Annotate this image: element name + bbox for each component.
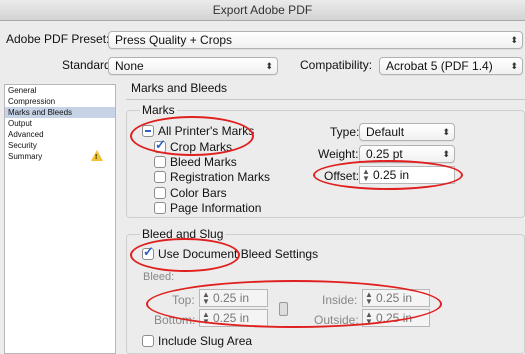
link-chain-icon[interactable] bbox=[279, 302, 288, 316]
checkmark-icon: ✓ bbox=[154, 137, 166, 153]
preset-label: Adobe PDF Preset: bbox=[6, 32, 110, 46]
all-printers-marks-checkbox[interactable]: All Printer's Marks bbox=[142, 124, 254, 138]
offset-label: Offset: bbox=[324, 169, 360, 183]
compatibility-label: Compatibility: bbox=[300, 58, 373, 72]
stepper-arrows-icon[interactable]: ▲ ▼ bbox=[202, 291, 210, 306]
checkbox-empty bbox=[154, 187, 166, 199]
compatibility-value: Acrobat 5 (PDF 1.4) bbox=[386, 59, 493, 73]
checkbox-empty bbox=[154, 171, 166, 183]
use-document-bleed-checkbox[interactable]: ✓ Use Document Bleed Settings bbox=[142, 244, 319, 261]
chevron-updown-icon: ⬍ bbox=[265, 61, 273, 71]
sidebar-item-compression[interactable]: Compression bbox=[5, 96, 115, 107]
color-bars-checkbox[interactable]: Color Bars bbox=[154, 186, 227, 200]
inside-stepper[interactable]: ▲ ▼ 0.25 in bbox=[362, 289, 430, 307]
window-title: Export Adobe PDF bbox=[0, 0, 525, 21]
top-value: 0.25 in bbox=[213, 291, 250, 305]
offset-value: 0.25 in bbox=[373, 168, 410, 182]
bleed-marks-label: Bleed Marks bbox=[170, 155, 237, 169]
chevron-updown-icon: ⬍ bbox=[442, 149, 450, 159]
stepper-arrows-icon[interactable]: ▲ ▼ bbox=[202, 311, 210, 326]
all-printers-marks-label: All Printer's Marks bbox=[158, 124, 255, 138]
bleed-marks-checkbox[interactable]: Bleed Marks bbox=[154, 155, 237, 169]
page-information-checkbox[interactable]: Page Information bbox=[154, 201, 261, 215]
weight-label: Weight: bbox=[318, 147, 359, 161]
inside-value: 0.25 in bbox=[376, 291, 413, 305]
type-value: Default bbox=[366, 125, 405, 139]
weight-value: 0.25 pt bbox=[366, 147, 403, 161]
sidebar: General Compression Marks and Bleeds Out… bbox=[4, 84, 116, 354]
page-information-label: Page Information bbox=[170, 201, 262, 215]
inside-label: Inside: bbox=[322, 293, 358, 307]
checkbox-mixed bbox=[142, 125, 154, 137]
sidebar-item-summary[interactable]: Summary ! bbox=[5, 150, 115, 162]
chevron-updown-icon: ⬍ bbox=[510, 35, 518, 45]
checkbox-empty bbox=[142, 335, 154, 347]
sidebar-item-output[interactable]: Output bbox=[5, 118, 115, 129]
type-label: Type: bbox=[330, 125, 360, 139]
outside-stepper[interactable]: ▲ ▼ 0.25 in bbox=[362, 309, 430, 327]
stepper-arrows-icon[interactable]: ▲ ▼ bbox=[362, 168, 370, 183]
outside-value: 0.25 in bbox=[376, 311, 413, 325]
compatibility-select[interactable]: Acrobat 5 (PDF 1.4) ⬍ bbox=[379, 57, 523, 75]
sidebar-item-label: Summary bbox=[8, 152, 43, 161]
stepper-arrows-icon[interactable]: ▲ ▼ bbox=[365, 311, 373, 326]
chevron-updown-icon: ⬍ bbox=[510, 61, 518, 71]
section-divider bbox=[126, 99, 525, 100]
crop-marks-label: Crop Marks bbox=[170, 140, 233, 154]
bottom-value: 0.25 in bbox=[213, 311, 250, 325]
standard-value: None bbox=[115, 59, 144, 73]
use-document-bleed-label: Use Document Bleed Settings bbox=[158, 247, 319, 261]
checkbox-empty bbox=[154, 202, 166, 214]
stepper-arrows-icon[interactable]: ▲ ▼ bbox=[365, 291, 373, 306]
top-label: Top: bbox=[172, 293, 195, 307]
checkmark-icon: ✓ bbox=[142, 244, 154, 260]
bleed-slug-group-label: Bleed and Slug bbox=[140, 227, 226, 241]
include-slug-label: Include Slug Area bbox=[158, 334, 253, 348]
preset-value: Press Quality + Crops bbox=[115, 33, 233, 47]
sidebar-item-general[interactable]: General bbox=[5, 85, 115, 96]
section-title: Marks and Bleeds bbox=[131, 81, 228, 95]
top-stepper[interactable]: ▲ ▼ 0.25 in bbox=[199, 289, 268, 307]
bleed-label: Bleed: bbox=[143, 271, 175, 283]
registration-marks-label: Registration Marks bbox=[170, 170, 271, 184]
weight-select[interactable]: 0.25 pt ⬍ bbox=[359, 145, 455, 163]
bottom-label: Bottom: bbox=[154, 313, 196, 327]
checkbox-empty bbox=[154, 156, 166, 168]
chevron-updown-icon: ⬍ bbox=[442, 127, 450, 137]
type-select[interactable]: Default ⬍ bbox=[359, 123, 455, 141]
registration-marks-checkbox[interactable]: Registration Marks bbox=[154, 170, 270, 184]
standard-label: Standard: bbox=[62, 58, 115, 72]
outside-label: Outside: bbox=[314, 313, 359, 327]
warning-icon: ! bbox=[91, 150, 103, 161]
include-slug-checkbox[interactable]: Include Slug Area bbox=[142, 334, 252, 348]
crop-marks-checkbox[interactable]: ✓ Crop Marks bbox=[154, 137, 233, 154]
sidebar-item-advanced[interactable]: Advanced bbox=[5, 129, 115, 140]
offset-stepper[interactable]: ▲ ▼ 0.25 in bbox=[359, 166, 455, 184]
marks-group-label: Marks bbox=[140, 103, 177, 117]
color-bars-label: Color Bars bbox=[170, 186, 227, 200]
preset-select[interactable]: Press Quality + Crops ⬍ bbox=[108, 31, 523, 49]
standard-select[interactable]: None ⬍ bbox=[108, 57, 278, 75]
sidebar-item-marks-and-bleeds[interactable]: Marks and Bleeds bbox=[5, 107, 115, 118]
bottom-stepper[interactable]: ▲ ▼ 0.25 in bbox=[199, 309, 268, 327]
